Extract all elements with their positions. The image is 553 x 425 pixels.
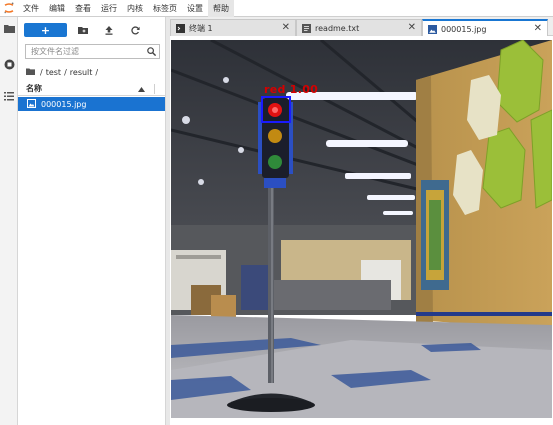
tab-image-viewer[interactable]: 000015.jpg ✕ <box>422 19 548 37</box>
menu-settings[interactable]: 设置 <box>182 0 208 17</box>
file-filter-input[interactable] <box>31 47 143 56</box>
close-icon[interactable]: ✕ <box>534 23 542 34</box>
menu-help[interactable]: 帮助 <box>208 0 234 17</box>
breadcrumb-separator: / <box>95 67 99 77</box>
breadcrumb-separator: / <box>64 67 67 77</box>
file-list-item[interactable]: 000015.jpg <box>18 97 165 111</box>
office-scene-image <box>171 40 552 418</box>
running-kernels-icon[interactable] <box>0 55 18 73</box>
column-resize-handle[interactable] <box>154 84 155 94</box>
breadcrumb-result[interactable]: result <box>70 68 93 77</box>
sort-ascending-icon[interactable] <box>138 85 145 94</box>
file-name: 000015.jpg <box>41 99 87 109</box>
new-launcher-button[interactable]: + <box>24 23 67 37</box>
menu-bar: 文件 编辑 查看 运行 内核 标签页 设置 帮助 <box>0 0 553 17</box>
breadcrumb-test[interactable]: test <box>46 68 61 77</box>
tab-label: 000015.jpg <box>441 24 487 34</box>
jupyter-logo-icon <box>0 0 18 17</box>
home-folder-icon[interactable] <box>26 68 37 77</box>
image-file-icon <box>428 24 437 34</box>
detection-label: red 1.00 <box>264 83 319 96</box>
activity-bar <box>0 17 18 425</box>
file-filter-box[interactable] <box>25 44 160 59</box>
menu-kernel[interactable]: 内核 <box>122 0 148 17</box>
upload-icon[interactable] <box>96 23 122 37</box>
menu-tabs[interactable]: 标签页 <box>148 0 182 17</box>
close-icon[interactable]: ✕ <box>282 22 290 33</box>
file-browser-toolbar: + <box>24 22 148 38</box>
table-of-contents-icon[interactable] <box>0 87 18 105</box>
tab-label: 终端 1 <box>189 23 213 33</box>
folder-icon[interactable] <box>0 19 18 37</box>
terminal-icon <box>176 23 185 33</box>
image-viewer: red 1.00 <box>170 36 553 425</box>
menu-file[interactable]: 文件 <box>18 0 44 17</box>
menu-run[interactable]: 运行 <box>96 0 122 17</box>
tab-terminal[interactable]: 终端 1 ✕ <box>170 19 296 36</box>
close-icon[interactable]: ✕ <box>408 22 416 33</box>
new-folder-icon[interactable] <box>70 23 96 37</box>
breadcrumb-root[interactable]: / <box>40 68 43 77</box>
search-icon <box>147 47 157 58</box>
menu-view[interactable]: 查看 <box>70 0 96 17</box>
menu-edit[interactable]: 编辑 <box>44 0 70 17</box>
file-browser-panel: + / test / result / 名称 <box>18 17 166 425</box>
name-column-label: 名称 <box>26 84 42 93</box>
name-column-header[interactable]: 名称 <box>18 82 165 96</box>
tab-bar: 终端 1 ✕ readme.txt ✕ 000015.jpg ✕ <box>170 17 553 37</box>
tab-readme[interactable]: readme.txt ✕ <box>296 19 422 36</box>
breadcrumb: / test / result / <box>26 66 101 78</box>
tab-label: readme.txt <box>315 23 360 33</box>
text-file-icon <box>302 23 311 33</box>
refresh-icon[interactable] <box>122 23 148 37</box>
image-file-icon <box>27 98 36 110</box>
detection-result-image: red 1.00 <box>171 40 552 418</box>
